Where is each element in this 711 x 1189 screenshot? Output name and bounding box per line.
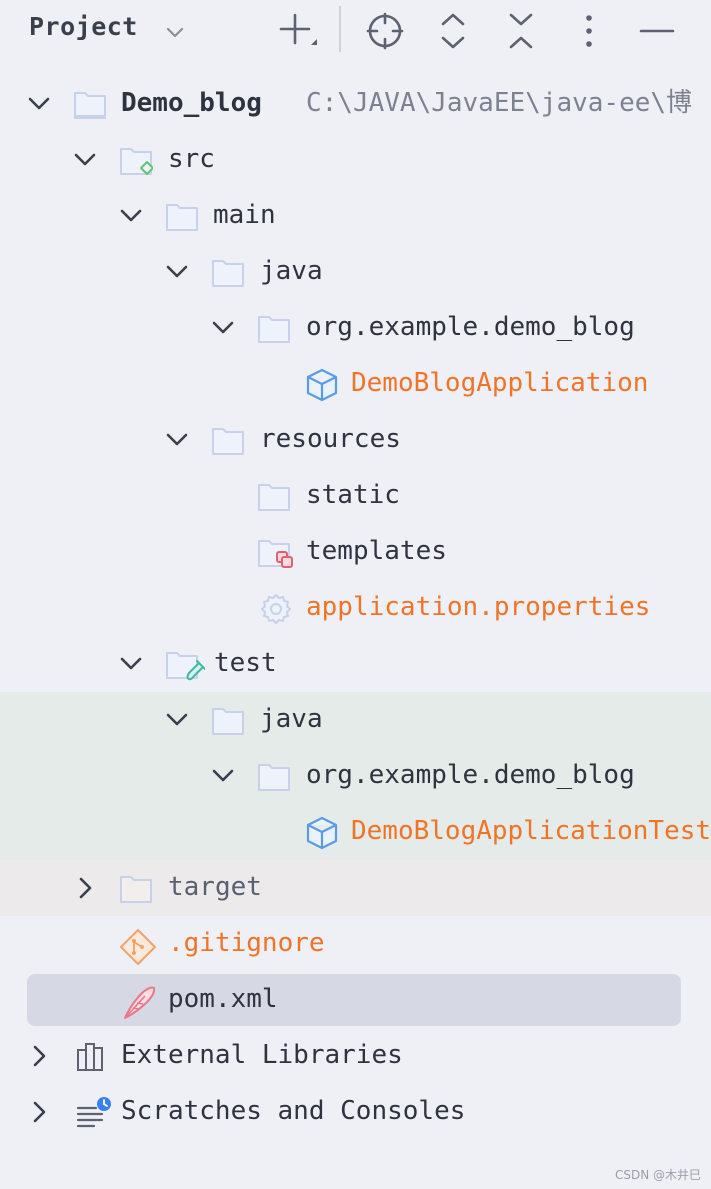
tree-item-demo-blog[interactable]: Demo_blog C:\JAVA\JavaEE\java-ee\博 [0, 76, 711, 132]
tree-item-main-package[interactable]: org.example.demo_blog [0, 300, 711, 356]
chevron-down-icon[interactable] [163, 706, 191, 734]
project-view-title[interactable]: Project [29, 12, 138, 41]
tree-item-test-class[interactable]: DemoBlogApplicationTests [0, 804, 711, 860]
tree-item-label: application.properties [306, 592, 651, 622]
project-path: C:\JAVA\JavaEE\java-ee\博 [306, 88, 693, 118]
tree-item-label: templates [306, 536, 447, 566]
git-file-icon [119, 928, 156, 965]
tree-item-label: .gitignore [168, 928, 325, 958]
tree-item-label: java [260, 256, 323, 286]
tree-item-main[interactable]: main [0, 188, 711, 244]
tree-item-test-package[interactable]: org.example.demo_blog [0, 748, 711, 804]
watermark: CSDN @木井巳 [614, 1168, 701, 1182]
hide-panel-icon[interactable] [632, 6, 682, 56]
tree-item-templates[interactable]: templates [0, 524, 711, 580]
chevron-down-icon[interactable] [163, 426, 191, 454]
package-folder-icon [257, 312, 291, 344]
templates-folder-icon [257, 536, 293, 568]
package-folder-icon [257, 760, 291, 792]
project-tree: Demo_blog C:\JAVA\JavaEE\java-ee\博 src m… [0, 76, 711, 1140]
toolbar-separator [339, 6, 341, 52]
source-folder-icon [119, 144, 153, 176]
tree-item-external-libraries[interactable]: External Libraries [0, 1028, 711, 1084]
chevron-down-icon[interactable] [25, 90, 53, 118]
tree-item-label: Scratches and Consoles [121, 1096, 466, 1126]
java-class-icon [305, 368, 339, 402]
tree-item-label: test [214, 648, 277, 678]
project-toolbar: Project [0, 0, 711, 62]
tree-item-label: src [168, 144, 215, 174]
tree-item-scratches[interactable]: Scratches and Consoles [0, 1084, 711, 1140]
tree-item-label: java [260, 704, 323, 734]
library-icon [76, 1040, 110, 1072]
tree-item-properties[interactable]: application.properties [0, 580, 711, 636]
options-menu-icon[interactable] [564, 6, 614, 56]
tree-item-static[interactable]: static [0, 468, 711, 524]
tree-item-label: static [306, 480, 400, 510]
chevron-down-icon[interactable] [163, 20, 187, 44]
tree-item-label: DemoBlogApplicationTests [351, 816, 711, 846]
excluded-folder-icon [119, 872, 153, 904]
tree-item-label: target [168, 872, 262, 902]
collapse-all-icon[interactable] [496, 6, 546, 56]
tree-item-pom[interactable]: pom.xml [0, 972, 711, 1028]
locate-icon[interactable] [360, 6, 410, 56]
scratches-icon [76, 1096, 111, 1128]
chevron-down-icon[interactable] [209, 762, 237, 790]
tree-item-label: resources [260, 424, 401, 454]
folder-icon [165, 200, 199, 232]
module-folder-icon [73, 88, 107, 120]
folder-icon [211, 704, 245, 736]
chevron-down-icon[interactable] [117, 650, 145, 678]
folder-icon [211, 256, 245, 288]
tree-item-label: main [213, 200, 276, 230]
expand-all-icon[interactable] [428, 6, 478, 56]
tree-item-label: External Libraries [121, 1040, 403, 1070]
chevron-right-icon[interactable] [25, 1098, 53, 1126]
tree-item-resources[interactable]: resources [0, 412, 711, 468]
chevron-down-icon[interactable] [71, 146, 99, 174]
chevron-right-icon[interactable] [71, 874, 99, 902]
folder-icon [257, 480, 291, 512]
tree-item-label: DemoBlogApplication [351, 368, 649, 398]
tree-item-label: org.example.demo_blog [306, 312, 635, 342]
settings-file-icon [259, 592, 293, 624]
chevron-down-icon[interactable] [117, 202, 145, 230]
tree-item-label: pom.xml [168, 984, 278, 1014]
chevron-down-icon[interactable] [209, 314, 237, 342]
tree-item-test-java[interactable]: java [0, 692, 711, 748]
tree-item-main-java[interactable]: java [0, 244, 711, 300]
java-class-icon [305, 816, 339, 850]
resources-folder-icon [211, 424, 245, 456]
tree-item-src[interactable]: src [0, 132, 711, 188]
test-folder-icon [165, 648, 205, 681]
maven-file-icon [121, 984, 156, 1019]
tree-item-test[interactable]: test [0, 636, 711, 692]
chevron-right-icon[interactable] [25, 1042, 53, 1070]
tree-item-target[interactable]: target [0, 860, 711, 916]
tree-item-label: org.example.demo_blog [306, 760, 635, 790]
chevron-down-icon[interactable] [163, 258, 191, 286]
tree-item-label: Demo_blog [121, 88, 262, 118]
add-icon[interactable] [272, 6, 322, 56]
tree-item-gitignore[interactable]: .gitignore [0, 916, 711, 972]
tree-item-main-class[interactable]: DemoBlogApplication [0, 356, 711, 412]
